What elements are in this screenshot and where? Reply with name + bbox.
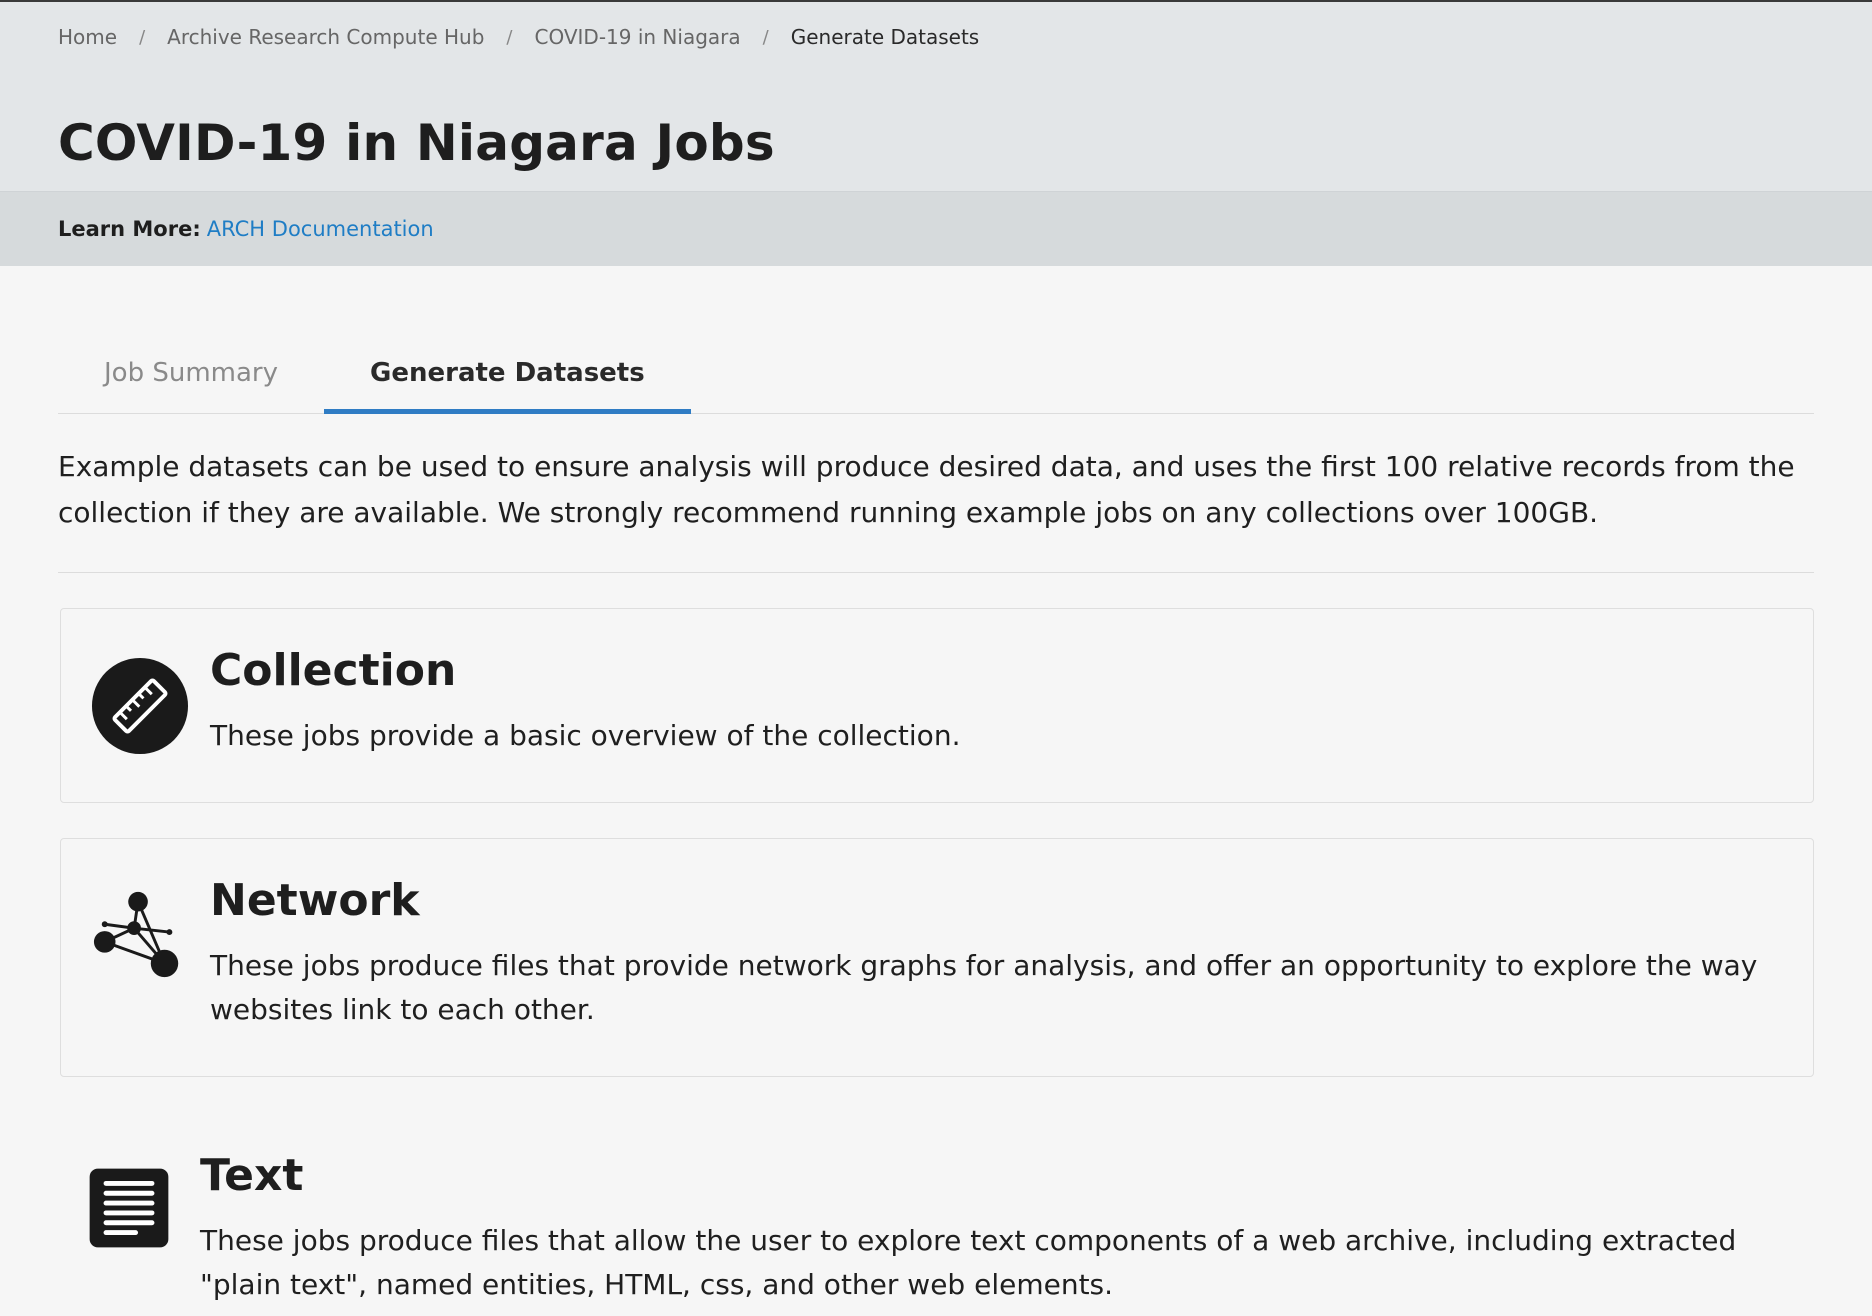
ruler-icon [91,657,189,755]
breadcrumb-arch-hub[interactable]: Archive Research Compute Hub [167,25,484,49]
category-title: Collection [210,645,457,696]
category-description: These jobs produce files that provide ne… [210,949,1758,1026]
breadcrumb-separator: / [506,26,513,48]
category-card-text[interactable]: Text These jobs produce files that allow… [60,1112,1814,1316]
breadcrumb-collection[interactable]: COVID-19 in Niagara [534,25,740,49]
tab-generate-datasets[interactable]: Generate Datasets [324,346,691,414]
breadcrumb-current: Generate Datasets [790,25,980,49]
network-icon [93,891,179,978]
category-title: Network [210,875,420,926]
tab-job-summary[interactable]: Job Summary [58,346,324,414]
breadcrumb-separator: / [762,26,769,48]
learn-more-bar: Learn More: ARCH Documentation [0,192,1872,266]
category-description: These jobs produce files that allow the … [200,1224,1737,1301]
intro-text: Example datasets can be used to ensure a… [58,414,1814,573]
page-header: Home / Archive Research Compute Hub / CO… [0,2,1872,192]
arch-documentation-link[interactable]: ARCH Documentation [207,217,434,241]
main-content: Job Summary Generate Datasets Example da… [0,346,1872,1316]
category-card-collection[interactable]: Collection These jobs provide a basic ov… [60,608,1814,803]
page-title: COVID-19 in Niagara Jobs [58,114,775,172]
learn-more-label: Learn More: [58,217,201,241]
category-description: These jobs provide a basic overview of t… [210,719,961,752]
document-icon [89,1168,169,1248]
breadcrumb-separator: / [139,26,146,48]
breadcrumb: Home / Archive Research Compute Hub / CO… [58,25,979,49]
category-title: Text [200,1150,304,1201]
tab-bar: Job Summary Generate Datasets [58,346,1814,414]
breadcrumb-home[interactable]: Home [58,25,117,49]
category-card-network[interactable]: Network These jobs produce files that pr… [60,838,1814,1077]
